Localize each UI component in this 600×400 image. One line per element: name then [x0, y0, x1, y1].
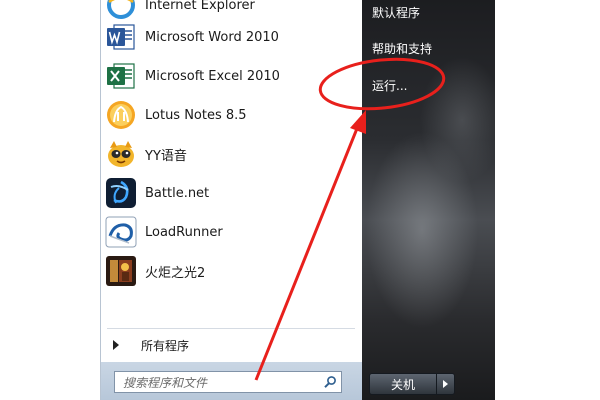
- shutdown-options-arrow-icon: [443, 380, 448, 388]
- program-label: Microsoft Word 2010: [145, 29, 279, 45]
- program-loadrunner[interactable]: LoadRunner: [105, 213, 355, 251]
- program-label: 火炬之光2: [145, 265, 206, 281]
- program-label: Lotus Notes 8.5: [145, 107, 247, 123]
- program-yy-voice[interactable]: YY语音: [105, 135, 355, 173]
- shutdown-button[interactable]: 关机: [369, 373, 437, 395]
- program-label: Microsoft Excel 2010: [145, 68, 280, 84]
- default-programs-link[interactable]: 默认程序: [372, 4, 420, 21]
- loadrunner-icon: [105, 216, 137, 248]
- excel-icon: [107, 63, 135, 89]
- run-link[interactable]: 运行...: [372, 77, 407, 94]
- program-word-2010[interactable]: Microsoft Word 2010: [105, 18, 355, 56]
- system-links-pane: 默认程序 帮助和支持 运行... 关机: [362, 0, 495, 400]
- program-excel-2010[interactable]: Microsoft Excel 2010: [105, 57, 355, 95]
- shutdown-group: 关机: [369, 373, 455, 395]
- search-area: [101, 362, 363, 400]
- program-battle-net[interactable]: Battle.net: [105, 174, 355, 212]
- torchlight-icon: [106, 256, 136, 286]
- right-arrow-icon: [113, 340, 119, 350]
- program-torchlight-2[interactable]: 火炬之光2: [105, 252, 355, 290]
- start-menu: Internet Explorer Microsoft Word 2010 Mi…: [100, 0, 495, 400]
- all-programs-button[interactable]: 所有程序: [109, 334, 349, 356]
- program-lotus-notes[interactable]: Lotus Notes 8.5: [105, 96, 355, 134]
- yy-voice-icon: [108, 141, 134, 167]
- word-icon: [107, 24, 135, 50]
- search-input[interactable]: [121, 374, 315, 392]
- programs-separator: [107, 328, 355, 329]
- help-support-link[interactable]: 帮助和支持: [372, 40, 432, 57]
- lotus-notes-icon: [107, 101, 135, 129]
- search-box: [114, 371, 342, 393]
- shutdown-options-button[interactable]: [437, 373, 455, 395]
- program-label: YY语音: [145, 148, 187, 164]
- search-icon[interactable]: [323, 375, 337, 389]
- all-programs-label: 所有程序: [141, 338, 190, 353]
- shutdown-label: 关机: [390, 377, 415, 392]
- programs-pane: Internet Explorer Microsoft Word 2010 Mi…: [100, 0, 364, 400]
- battle-net-icon: [106, 178, 136, 208]
- program-label: LoadRunner: [145, 224, 223, 240]
- program-label: Battle.net: [145, 185, 210, 201]
- program-label: Internet Explorer: [145, 0, 255, 13]
